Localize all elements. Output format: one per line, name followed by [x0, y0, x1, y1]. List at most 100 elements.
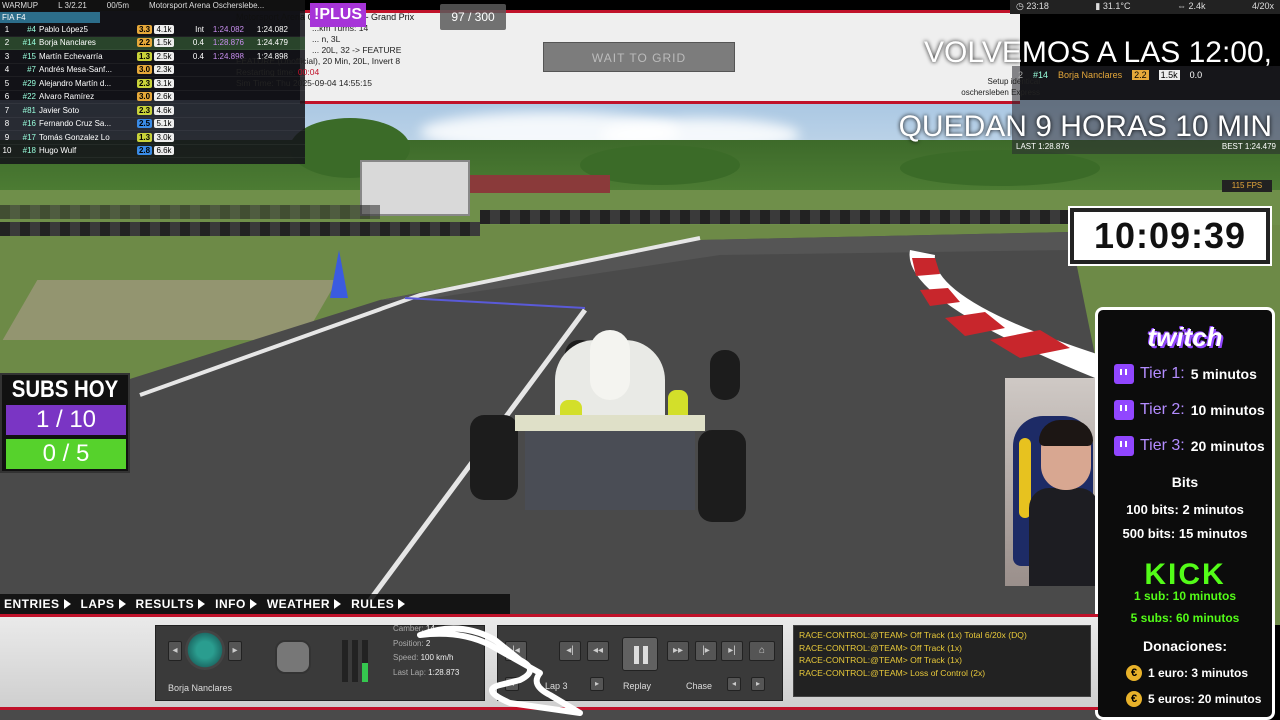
twitch-logo: twitch [1147, 322, 1223, 352]
camera-next-button[interactable]: ▸ [751, 677, 765, 691]
tier1-value: 5 minutos [1190, 366, 1257, 382]
relative-row: 2 #14 Borja Nanclares 2.2 1.5k 0.0 [1018, 70, 1202, 80]
pause-button[interactable] [622, 637, 658, 671]
rear-left-wheel [470, 415, 518, 500]
log-message: Loss of Control (2x) [910, 667, 986, 678]
announce-line2: QUEDAN 9 HORAS 10 MIN [898, 110, 1272, 143]
position: 2 [4, 38, 10, 48]
rear-wing [515, 415, 705, 431]
plus-badge: !PLUS [310, 3, 366, 27]
position: 10 [2, 146, 12, 156]
fps-counter: 115 FPS [1222, 180, 1272, 192]
driver-name: Andrés Mesa-Sanf... [39, 65, 112, 75]
menu-info[interactable]: INFO [211, 597, 263, 611]
setup-line2: oschersleben Express [961, 88, 1040, 97]
tyre-rating: 2.2 [137, 38, 152, 48]
menu-results[interactable]: RESULTS [132, 597, 212, 611]
next-driver-button[interactable]: ▸ [228, 641, 242, 661]
class-label: FIA F4 [0, 12, 100, 23]
menu-rules[interactable]: RULES [347, 597, 411, 611]
position: 5 [4, 78, 10, 88]
elo-rating: 4.6k [154, 105, 174, 115]
standings-row[interactable]: 8 #16 Fernando Cruz Sa... 2.5 5.1k [0, 118, 305, 131]
lap-counter: L 3/2.21 [58, 1, 87, 10]
countdown-clock: 10:09:39 [1070, 208, 1270, 264]
temperature-status: ▮ 31.1°C [1095, 1, 1131, 11]
position: 8 [4, 119, 10, 129]
car-cockpit [590, 330, 630, 400]
elo-rating: 2.3k [154, 65, 174, 75]
session-info-line3: FEATURE (Unofficial), 20 Min, 20L, Inver… [236, 56, 401, 66]
next-lap-button[interactable]: |▸ [695, 641, 717, 661]
status-temp: 31.1°C [1102, 1, 1131, 11]
race-car [470, 330, 750, 530]
camera-prev-button[interactable]: ◂ [727, 677, 741, 691]
prev-driver-button[interactable]: ◂ [168, 641, 182, 661]
lap-times: LAST 1:28.876 BEST 1:24.479 [1016, 142, 1276, 151]
arrow-right-icon [334, 599, 342, 609]
arrow-right-icon [198, 599, 206, 609]
driver-name: Javier Soto [39, 105, 80, 115]
front-right-wheel [710, 350, 740, 400]
subs-tier-count: 1 / 10 [6, 405, 126, 435]
gap: Int [195, 24, 204, 34]
car-number: #4 [27, 24, 36, 34]
arrow-right-icon [249, 599, 257, 609]
streamer-hair [1039, 420, 1093, 446]
last-lap: LAST 1:28.876 [1016, 142, 1070, 151]
menu-label: WEATHER [266, 597, 331, 611]
track-map [417, 625, 583, 716]
relative-name: Borja Nanclares [1058, 70, 1123, 80]
position: 1 [4, 24, 10, 34]
euro-icon: € [1126, 691, 1142, 707]
tier1-row: Tier 1: 5 minutos [1114, 364, 1257, 384]
camera-button[interactable]: ⌂ [749, 641, 775, 661]
standings-row[interactable]: 10 #18 Hugo Wulf 2.8 6.6k [0, 145, 305, 158]
log-source: RACE-CONTROL:@TEAM> [799, 667, 908, 678]
wind-status: ⇔ 2.4k [1176, 1, 1206, 11]
log-source: RACE-CONTROL:@TEAM> [799, 655, 908, 666]
menu-weather[interactable]: WEATHER [263, 597, 347, 611]
log-line: RACE-CONTROL:@TEAM> Off Track (1x) [799, 654, 1085, 667]
tyre-rating: 2.3 [137, 78, 152, 88]
fast-forward-button[interactable]: ▸▸ [667, 641, 689, 661]
brake-pedal-bar [342, 640, 348, 682]
vote-counter: 97 / 300 [440, 4, 506, 30]
tyre-rating: 3.0 [137, 65, 152, 75]
log-message: Off Track (1x) [910, 655, 963, 666]
elo-rating: 4.1k [154, 24, 174, 34]
menu-laps[interactable]: LAPS [77, 597, 132, 611]
replay-label: Replay [623, 681, 652, 691]
rear-right-wheel [698, 430, 746, 522]
throttle-pedal-bar [362, 640, 368, 682]
menu-label: INFO [215, 597, 246, 611]
sim-time: Sim Time: Thu 2025-09-04 14:55:15 [236, 78, 372, 88]
relative-num: #14 [1033, 70, 1049, 80]
euro-line2: 5 euros: 20 minutos [1148, 692, 1262, 706]
standings-row[interactable]: 6 #22 Alvaro Ramírez 3.0 2.6k [0, 91, 305, 104]
wait-to-grid-button[interactable]: WAIT TO GRID [543, 42, 735, 72]
elo-rating: 2.5k [154, 51, 174, 61]
driver-name: Borja Nanclares [168, 683, 233, 693]
position: 9 [4, 132, 10, 142]
skip-end-button[interactable]: ▸| [721, 641, 743, 661]
streamer-body [1029, 488, 1097, 586]
standings-row[interactable]: 7 #81 Javier Soto 2.3 4.6k [0, 104, 305, 118]
elo-rating: 2.6k [154, 92, 174, 102]
relative-gap: 0.0 [1189, 70, 1203, 80]
standings-row[interactable]: 9 #17 Tomás Gonzalez Lo 1.3 3.0k [0, 131, 305, 145]
menu-entries[interactable]: ENTRIES [0, 597, 77, 611]
kick-logo: KICK [1144, 558, 1226, 591]
relative-pos: 2 [1018, 70, 1024, 80]
bits-line2: 500 bits: 15 minutos [1122, 526, 1248, 541]
tier1-label: Tier 1: [1140, 365, 1185, 382]
track-cone [330, 250, 348, 298]
tier2-value: 10 minutos [1190, 402, 1265, 418]
position: 7 [4, 105, 10, 115]
session-status: WARMUP [2, 1, 39, 10]
tyre-rating: 2.5 [137, 119, 152, 129]
car-topview-icon [275, 640, 311, 674]
euro-row-1: € 1 euro: 3 minutos [1126, 665, 1248, 681]
car-number: #29 [22, 78, 36, 88]
elo-rating: 6.6k [154, 146, 174, 156]
